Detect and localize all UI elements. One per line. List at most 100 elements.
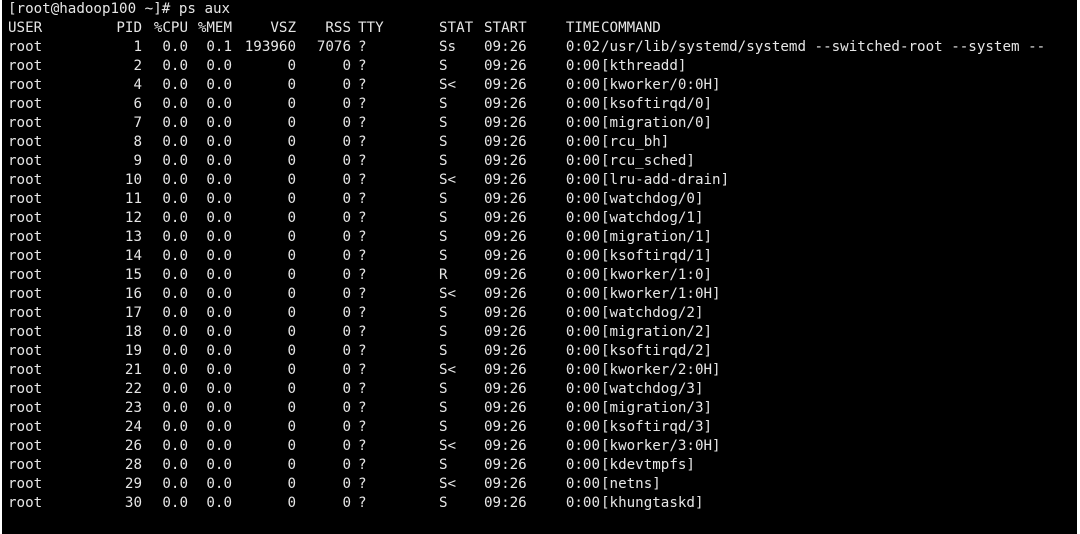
process-command: [migration/1] <box>601 229 713 245</box>
process-mem: 0.0 <box>206 381 232 397</box>
process-time: 0:02 <box>565 39 600 55</box>
process-start: 09:26 <box>484 39 527 55</box>
process-cpu: 0.0 <box>162 39 188 55</box>
process-command: [ksoftirqd/0] <box>601 96 713 112</box>
process-command: [watchdog/2] <box>601 305 704 321</box>
process-mem: 0.0 <box>206 58 232 74</box>
process-rss: 0 <box>342 58 351 74</box>
process-rss: 0 <box>342 134 351 150</box>
header-tty: TTY <box>358 20 384 36</box>
process-tty: ? <box>358 77 367 93</box>
process-rss: 0 <box>342 400 351 416</box>
process-time: 0:00 <box>565 58 600 74</box>
process-pid: 7 <box>133 115 142 131</box>
process-tty: ? <box>358 96 367 112</box>
process-time: 0:00 <box>565 343 600 359</box>
process-stat: S <box>439 96 448 112</box>
process-rss: 0 <box>342 362 351 378</box>
process-user: root <box>8 400 43 416</box>
process-tty: ? <box>358 305 367 321</box>
header-pid: PID <box>116 20 142 36</box>
process-pid: 11 <box>124 191 142 207</box>
process-pid: 14 <box>124 248 142 264</box>
process-pid: 12 <box>124 210 142 226</box>
process-start: 09:26 <box>484 210 527 226</box>
process-cpu: 0.0 <box>162 343 188 359</box>
process-rss: 0 <box>342 172 351 188</box>
process-pid: 22 <box>124 381 142 397</box>
process-user: root <box>8 77 43 93</box>
process-stat: S <box>439 115 448 131</box>
process-mem: 0.0 <box>206 419 232 435</box>
process-user: root <box>8 172 43 188</box>
process-tty: ? <box>358 229 367 245</box>
process-time: 0:00 <box>565 267 600 283</box>
process-command: [kworker/1:0H] <box>601 286 721 302</box>
process-pid: 2 <box>133 58 142 74</box>
header-rss: RSS <box>325 20 351 36</box>
process-start: 09:26 <box>484 381 527 397</box>
process-rss: 0 <box>342 153 351 169</box>
process-command: [ksoftirqd/1] <box>601 248 713 264</box>
process-tty: ? <box>358 343 367 359</box>
process-stat: S< <box>439 362 457 378</box>
process-vsz: 0 <box>287 457 296 473</box>
process-tty: ? <box>358 153 367 169</box>
header-stat: STAT <box>439 20 474 36</box>
terminal-window[interactable]: [root@hadoop100 ~]# ps aux USER PID %CPU %M… <box>2 0 1077 534</box>
process-vsz: 0 <box>287 495 296 511</box>
process-stat: S <box>439 153 448 169</box>
process-stat: S <box>439 229 448 245</box>
process-time: 0:00 <box>565 210 600 226</box>
process-cpu: 0.0 <box>162 267 188 283</box>
process-user: root <box>8 343 43 359</box>
process-pid: 28 <box>124 457 142 473</box>
process-time: 0:00 <box>565 96 600 112</box>
process-pid: 26 <box>124 438 142 454</box>
process-command: [kworker/3:0H] <box>601 438 721 454</box>
process-pid: 21 <box>124 362 142 378</box>
process-start: 09:26 <box>484 248 527 264</box>
process-stat: S <box>439 343 448 359</box>
process-start: 09:26 <box>484 172 527 188</box>
process-user: root <box>8 381 43 397</box>
process-user: root <box>8 134 43 150</box>
process-rss: 0 <box>342 77 351 93</box>
process-start: 09:26 <box>484 400 527 416</box>
process-tty: ? <box>358 400 367 416</box>
process-mem: 0.0 <box>206 267 232 283</box>
process-cpu: 0.0 <box>162 77 188 93</box>
header-command: COMMAND <box>601 20 661 36</box>
process-start: 09:26 <box>484 305 527 321</box>
process-vsz: 0 <box>287 248 296 264</box>
process-time: 0:00 <box>565 362 600 378</box>
process-command: [ksoftirqd/3] <box>601 419 713 435</box>
process-mem: 0.0 <box>206 324 232 340</box>
process-pid: 1 <box>133 39 142 55</box>
process-start: 09:26 <box>484 419 527 435</box>
process-vsz: 0 <box>287 267 296 283</box>
process-stat: S< <box>439 172 457 188</box>
process-mem: 0.0 <box>206 343 232 359</box>
process-tty: ? <box>358 267 367 283</box>
process-tty: ? <box>358 134 367 150</box>
process-vsz: 0 <box>287 172 296 188</box>
process-user: root <box>8 305 43 321</box>
process-tty: ? <box>358 438 367 454</box>
process-rss: 0 <box>342 229 351 245</box>
process-rss: 0 <box>342 267 351 283</box>
process-command: [rcu_bh] <box>601 134 670 150</box>
process-rss: 0 <box>342 495 351 511</box>
process-pid: 17 <box>124 305 142 321</box>
process-mem: 0.0 <box>206 362 232 378</box>
process-user: root <box>8 267 43 283</box>
process-time: 0:00 <box>565 438 600 454</box>
process-rss: 0 <box>342 457 351 473</box>
process-mem: 0.0 <box>206 286 232 302</box>
process-vsz: 0 <box>287 400 296 416</box>
process-mem: 0.0 <box>206 172 232 188</box>
process-command: [netns] <box>601 476 661 492</box>
process-rss: 0 <box>342 438 351 454</box>
process-tty: ? <box>358 457 367 473</box>
process-stat: S <box>439 210 448 226</box>
